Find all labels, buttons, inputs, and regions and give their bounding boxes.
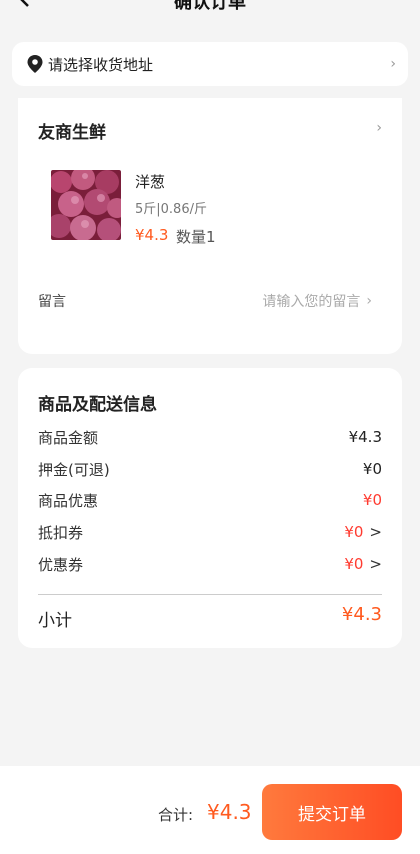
subtotal-label: 小计 [38, 611, 72, 631]
row-value: ¥0 [362, 460, 382, 478]
product-spec: 5斤|0.86/斤 [135, 202, 207, 217]
product-price: ¥4.3 [135, 226, 169, 244]
product-name: 洋葱 [135, 173, 166, 191]
total-label: 合计: [158, 806, 194, 824]
chevron-right-icon: > [369, 555, 382, 573]
chevron-right-icon: › [390, 56, 396, 72]
checkout-bar: 合计: ¥4.3 提交订单 [0, 766, 420, 854]
memo-label: 留言 [38, 294, 66, 310]
info-row-deduction-coupon[interactable]: 抵扣券 ¥0 > [38, 521, 382, 543]
row-label: 抵扣券 [38, 523, 84, 542]
page-title: 确认订单 [174, 0, 246, 13]
info-row-coupon[interactable]: 优惠券 ¥0 > [38, 553, 382, 575]
address-placeholder: 请选择收货地址 [48, 55, 154, 74]
divider [38, 594, 382, 595]
chevron-right-icon: > [369, 523, 382, 541]
info-row-goods-amount: 商品金额 ¥4.3 [38, 426, 382, 448]
product-image [51, 170, 121, 240]
header: 确认订单 [0, 0, 420, 14]
row-label: 商品金额 [38, 428, 99, 447]
product-quantity: 数量1 [176, 228, 216, 246]
submit-order-button[interactable]: 提交订单 [262, 784, 402, 840]
row-value: ¥0 [344, 523, 364, 541]
row-label: 商品优惠 [38, 491, 99, 510]
shop-card: 友商生鲜 › 洋葱 5斤|0.86/斤 ¥4.3 数量1 留言 请输入您的留言 … [18, 98, 402, 354]
shop-name: 友商生鲜 [38, 123, 106, 143]
row-label: 押金(可退) [38, 460, 110, 479]
chevron-right-icon: › [366, 293, 372, 309]
row-label: 优惠券 [38, 555, 84, 574]
total-value: ¥4.3 [207, 800, 252, 824]
memo-input[interactable]: 请输入您的留言 › [262, 291, 372, 311]
address-selector[interactable]: 请选择收货地址 › [12, 42, 408, 86]
info-title: 商品及配送信息 [38, 395, 157, 415]
chevron-right-icon[interactable]: › [376, 120, 382, 136]
row-value: ¥0 [362, 491, 382, 509]
info-row-goods-discount: 商品优惠 ¥0 [38, 489, 382, 511]
info-row-deposit: 押金(可退) ¥0 [38, 458, 382, 480]
location-pin-icon [27, 55, 43, 73]
subtotal-value: ¥4.3 [341, 604, 382, 625]
row-value: ¥0 [344, 555, 364, 573]
row-value: ¥4.3 [348, 428, 382, 446]
order-info-card: 商品及配送信息 商品金额 ¥4.3 押金(可退) ¥0 商品优惠 ¥0 抵扣券 … [18, 368, 402, 648]
memo-placeholder: 请输入您的留言 [262, 294, 361, 310]
